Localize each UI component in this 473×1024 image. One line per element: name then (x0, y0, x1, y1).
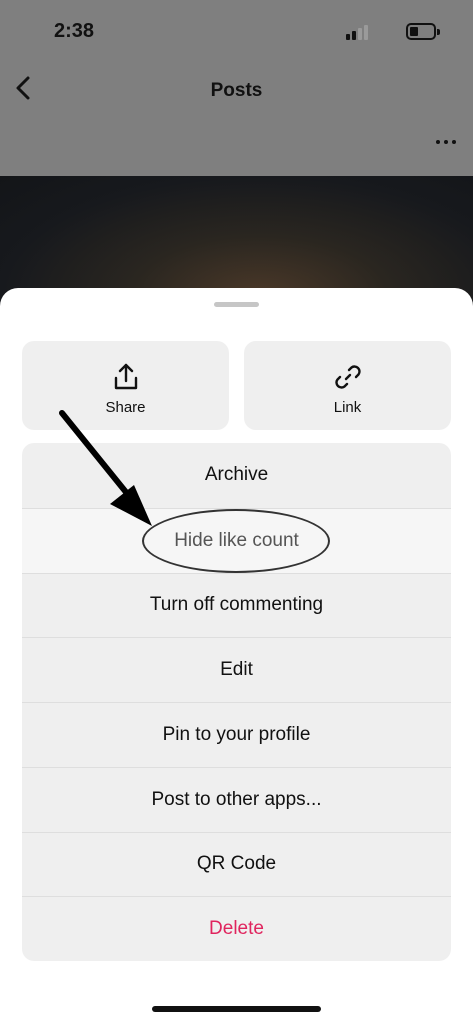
option-post-to-other-apps[interactable]: Post to other apps... (22, 766, 451, 832)
share-label: Share (105, 399, 146, 416)
battery-icon (406, 23, 440, 40)
share-upload-icon (110, 361, 142, 393)
home-indicator[interactable] (152, 1006, 321, 1012)
option-label: QR Code (196, 853, 277, 875)
page-title: Posts (210, 80, 263, 101)
option-label: Pin to your profile (162, 723, 311, 745)
share-button[interactable]: Share (22, 341, 229, 430)
nav-bar: Posts (0, 60, 473, 176)
option-label: Post to other apps... (151, 788, 322, 810)
status-bar: 2:38 (0, 0, 473, 60)
option-pin-to-profile[interactable]: Pin to your profile (22, 702, 451, 767)
more-horizontal-icon[interactable] (432, 132, 460, 152)
action-sheet: Share Link Archive Hide like count Turn … (0, 288, 473, 1024)
option-label: Edit (220, 659, 253, 681)
option-label: Delete (209, 918, 264, 940)
link-button[interactable]: Link (244, 341, 451, 430)
option-turn-off-commenting[interactable]: Turn off commenting (22, 572, 451, 638)
option-qr-code[interactable]: QR Code (22, 831, 451, 897)
sheet-grabber[interactable] (214, 302, 259, 307)
option-edit[interactable]: Edit (22, 637, 451, 702)
option-label: Turn off commenting (149, 594, 324, 616)
link-label: Link (333, 399, 362, 416)
highlight-oval (142, 509, 330, 573)
option-delete[interactable]: Delete (22, 896, 451, 961)
signal-icon (346, 24, 372, 40)
status-time: 2:38 (54, 20, 95, 42)
option-label: Archive (204, 464, 269, 486)
option-archive[interactable]: Archive (22, 443, 451, 508)
link-icon (332, 361, 364, 393)
